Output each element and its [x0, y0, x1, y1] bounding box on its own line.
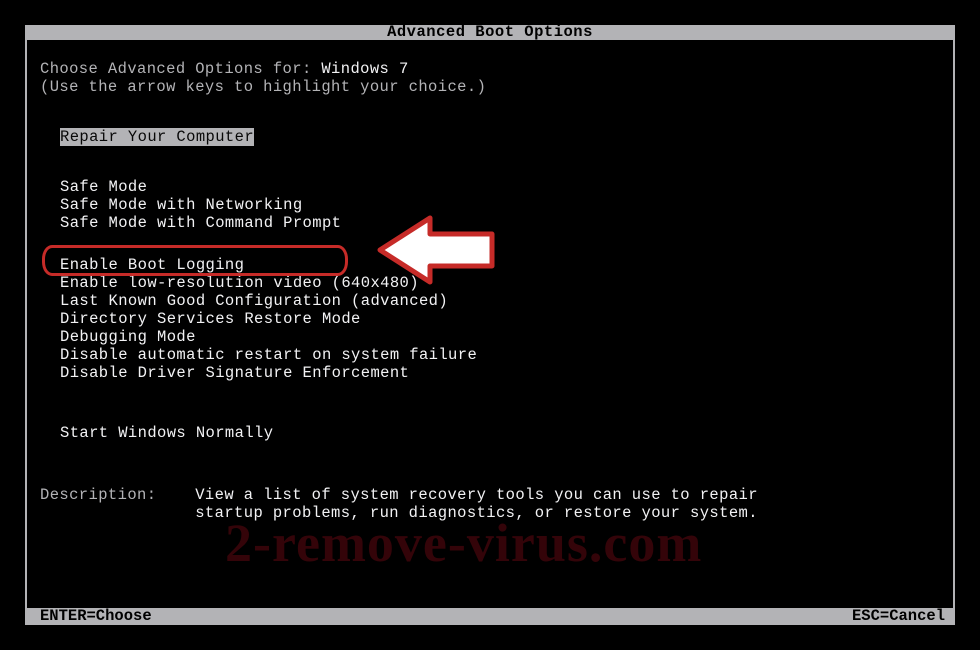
frame-right	[953, 25, 955, 625]
description-text-1: View a list of system recovery tools you…	[195, 486, 758, 504]
os-name: Windows 7	[321, 60, 408, 78]
description-row-2: startup problems, run diagnostics, or re…	[40, 504, 940, 522]
choose-line: Choose Advanced Options for: Windows 7	[40, 60, 940, 78]
option-lkgc[interactable]: Last Known Good Configuration (advanced)	[40, 292, 940, 310]
option-dsrm[interactable]: Directory Services Restore Mode	[40, 310, 940, 328]
option-repair-label: Repair Your Computer	[60, 128, 254, 146]
page-title: Advanced Boot Options	[25, 25, 955, 40]
description-text-2: startup problems, run diagnostics, or re…	[195, 504, 758, 522]
footer-text: ENTER=Choose ESC=Cancel	[40, 608, 945, 625]
option-safe-mode-networking[interactable]: Safe Mode with Networking	[40, 196, 940, 214]
footer-esc: ESC=Cancel	[852, 608, 945, 625]
frame-left	[25, 25, 27, 625]
option-low-res[interactable]: Enable low-resolution video (640x480)	[40, 274, 940, 292]
description-label: Description:	[40, 486, 156, 504]
option-repair[interactable]: Repair Your Computer	[40, 128, 940, 146]
boot-screen: Advanced Boot Options Choose Advanced Op…	[0, 0, 980, 650]
choose-prefix: Choose Advanced Options for:	[40, 60, 321, 78]
description-row: Description: View a list of system recov…	[40, 486, 940, 504]
footer-enter: ENTER=Choose	[40, 607, 152, 625]
option-debug[interactable]: Debugging Mode	[40, 328, 940, 346]
option-safe-mode-cmd[interactable]: Safe Mode with Command Prompt	[40, 214, 940, 232]
hint-line: (Use the arrow keys to highlight your ch…	[40, 78, 940, 96]
option-disable-restart[interactable]: Disable automatic restart on system fail…	[40, 346, 940, 364]
option-safe-mode[interactable]: Safe Mode	[40, 178, 940, 196]
option-start-normally[interactable]: Start Windows Normally	[40, 424, 940, 442]
option-disable-sig[interactable]: Disable Driver Signature Enforcement	[40, 364, 940, 382]
option-boot-logging[interactable]: Enable Boot Logging	[40, 256, 940, 274]
content-area: Choose Advanced Options for: Windows 7 (…	[40, 60, 940, 608]
